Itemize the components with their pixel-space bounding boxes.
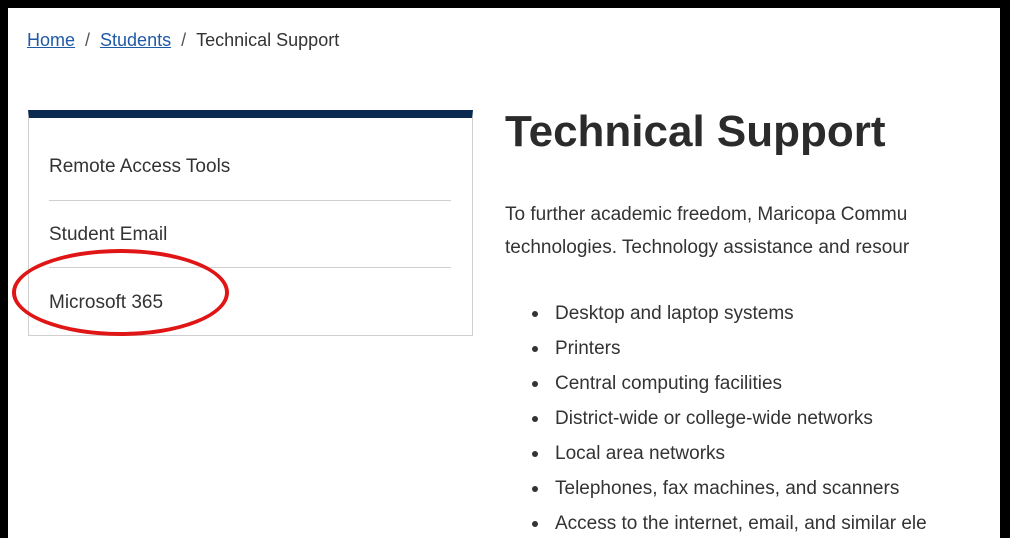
list-item: Desktop and laptop systems: [532, 296, 927, 331]
breadcrumb-separator: /: [85, 30, 91, 50]
support-list: Desktop and laptop systems Printers Cent…: [532, 296, 927, 538]
list-item: District-wide or college-wide networks: [532, 401, 927, 436]
list-item: Printers: [532, 331, 927, 366]
page-title: Technical Support: [505, 107, 886, 156]
intro-paragraph: To further academic freedom, Maricopa Co…: [505, 198, 1000, 264]
list-item: Central computing facilities: [532, 366, 927, 401]
breadcrumb-home-link[interactable]: Home: [27, 30, 75, 50]
breadcrumb: Home / Students / Technical Support: [27, 30, 339, 51]
list-item: Access to the internet, email, and simil…: [532, 506, 927, 538]
sidebar-item-microsoft-365[interactable]: Microsoft 365: [49, 269, 451, 336]
sidebar-item-remote-access-tools[interactable]: Remote Access Tools: [49, 133, 451, 201]
list-item: Telephones, fax machines, and scanners: [532, 471, 927, 506]
list-item: Local area networks: [532, 436, 927, 471]
sidebar-nav: Remote Access Tools Student Email Micros…: [28, 110, 473, 336]
intro-line: technologies. Technology assistance and …: [505, 237, 910, 258]
breadcrumb-students-link[interactable]: Students: [100, 30, 171, 50]
breadcrumb-current: Technical Support: [196, 30, 340, 50]
main-content: Technical Support To further academic fr…: [505, 104, 1000, 534]
intro-line: To further academic freedom, Maricopa Co…: [505, 204, 908, 225]
breadcrumb-separator: /: [181, 30, 187, 50]
page-frame: Home / Students / Technical Support Remote A…: [0, 0, 1010, 538]
sidebar-item-student-email[interactable]: Student Email: [49, 201, 451, 268]
